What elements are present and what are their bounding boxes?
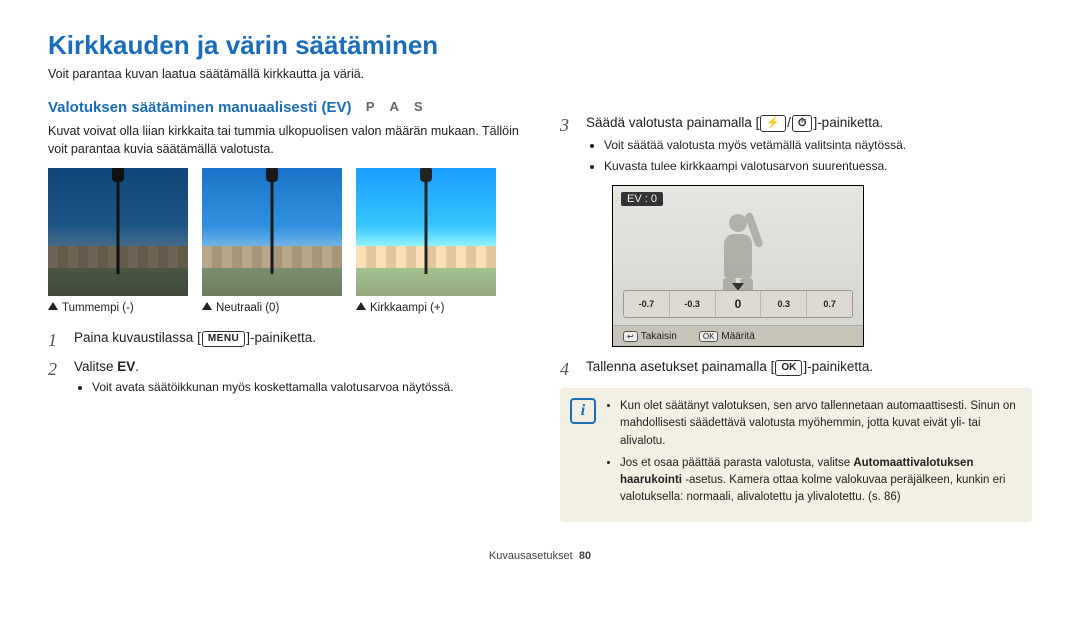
section-heading-ev: Valotuksen säätäminen manuaalisesti (EV) — [48, 99, 351, 116]
caption-neutral: Neutraali (0) — [216, 302, 279, 314]
triangle-icon — [356, 302, 366, 310]
ok-icon: OK — [699, 331, 719, 342]
steps-right: Säädä valotusta painamalla [/]-painikett… — [560, 115, 1032, 376]
caption-brighter: Kirkkaampi (+) — [370, 302, 444, 314]
back-icon: ↩ — [623, 331, 638, 342]
step-3-sub-2: Kuvasta tulee kirkkaampi valotusarvon su… — [604, 157, 1032, 175]
step-3-sub-1: Voit säätää valotusta myös vetämällä val… — [604, 136, 1032, 154]
ok-key-icon: OK — [775, 360, 802, 376]
left-column: Valotuksen säätäminen manuaalisesti (EV)… — [48, 99, 520, 522]
menu-key-icon: MENU — [202, 331, 245, 347]
ev-scale: -0.7 -0.3 0 0.3 0.7 — [623, 290, 853, 318]
ev-description: Kuvat voivat olla liian kirkkaita tai tu… — [48, 122, 520, 158]
triangle-icon — [202, 302, 212, 310]
step-1: Paina kuvaustilassa [MENU]-painiketta. — [48, 330, 520, 347]
exposure-triptych: Tummempi (-) Neutraali (0) Kirkkaampi (+… — [48, 168, 520, 314]
page-footer: Kuvausasetukset 80 — [48, 550, 1032, 562]
thumb-darker: Tummempi (-) — [48, 168, 188, 314]
timer-key-icon — [792, 115, 813, 132]
ev-footer-bar: ↩Takaisin OKMääritä — [613, 325, 863, 346]
flash-key-icon — [760, 115, 786, 132]
note-2: Jos et osaa päättää parasta valotusta, v… — [620, 455, 1020, 507]
note-icon: i — [570, 398, 596, 424]
caption-darker: Tummempi (-) — [62, 302, 134, 314]
right-column: Säädä valotusta painamalla [/]-painikett… — [560, 99, 1032, 522]
step-4: Tallenna asetukset painamalla [OK]-paini… — [560, 359, 1032, 376]
ev-display-preview: EV : 0 -0.7 -0.3 0 0.3 0.7 — [612, 185, 864, 347]
subtitle: Voit parantaa kuvan laatua säätämällä ki… — [48, 67, 1032, 81]
ev-value-label: EV : 0 — [621, 192, 663, 206]
page-title: Kirkkauden ja värin säätäminen — [48, 30, 1032, 61]
step-2: Valitse EV. Voit avata säätöikkunan myös… — [48, 359, 520, 396]
thumb-neutral: Neutraali (0) — [202, 168, 342, 314]
step-3: Säädä valotusta painamalla [/]-painikett… — [560, 115, 1032, 347]
step-2-sub: Voit avata säätöikkunan myös koskettamal… — [92, 378, 520, 396]
steps-left: Paina kuvaustilassa [MENU]-painiketta. V… — [48, 330, 520, 396]
thumb-brighter: Kirkkaampi (+) — [356, 168, 496, 314]
note-1: Kun olet säätänyt valotuksen, sen arvo t… — [620, 398, 1020, 450]
note-box: i Kun olet säätänyt valotuksen, sen arvo… — [560, 388, 1032, 522]
mode-badges: P A S — [366, 99, 429, 114]
triangle-icon — [48, 302, 58, 310]
